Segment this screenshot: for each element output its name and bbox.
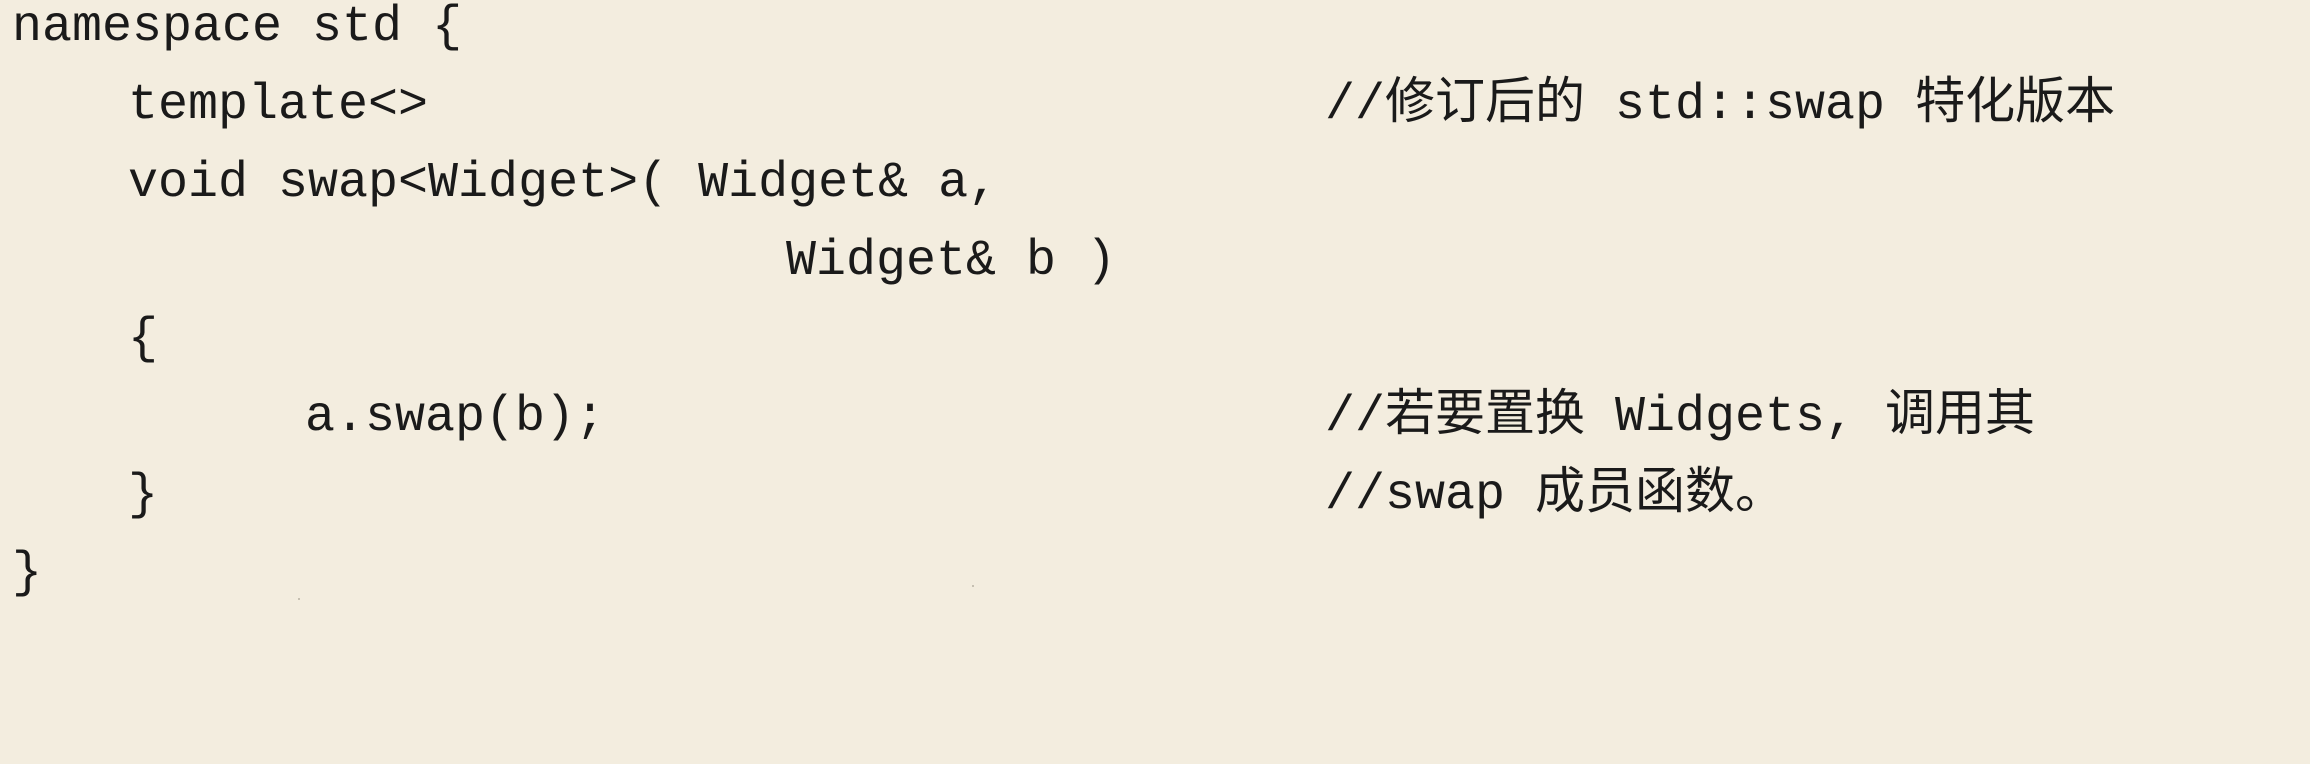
scan-speck	[298, 598, 300, 600]
code-text: void swap<Widget>( Widget& a,	[128, 155, 999, 212]
code-text: a.swap(b);	[305, 389, 606, 446]
code-line-6: a.swap(b); //若要置换 Widgets, 调用其	[0, 380, 2035, 456]
code-comment: //修订后的 std::swap 特化版本	[1325, 77, 2116, 134]
code-text: namespace std {	[12, 0, 463, 56]
code-text: }	[12, 545, 43, 602]
code-text: {	[128, 311, 159, 368]
code-comment: //swap 成员函数。	[1325, 467, 1786, 524]
code-line-4: Widget& b )	[0, 224, 1116, 300]
code-line-5: {	[0, 302, 158, 378]
code-line-8: }	[0, 536, 120, 612]
code-text: Widget& b )	[786, 233, 1117, 290]
scan-speck	[972, 585, 974, 587]
code-text: }	[128, 467, 159, 524]
code-line-7: } //swap 成员函数。	[0, 458, 1785, 534]
code-line-2: template<> //修订后的 std::swap 特化版本	[0, 68, 2115, 144]
code-page: namespace std { template<> //修订后的 std::s…	[0, 0, 2310, 630]
code-text: template<>	[128, 77, 429, 134]
code-comment: //若要置换 Widgets, 调用其	[1325, 389, 2036, 446]
code-line-3: void swap<Widget>( Widget& a,	[0, 146, 998, 222]
code-line-1: namespace std {	[0, 0, 462, 66]
